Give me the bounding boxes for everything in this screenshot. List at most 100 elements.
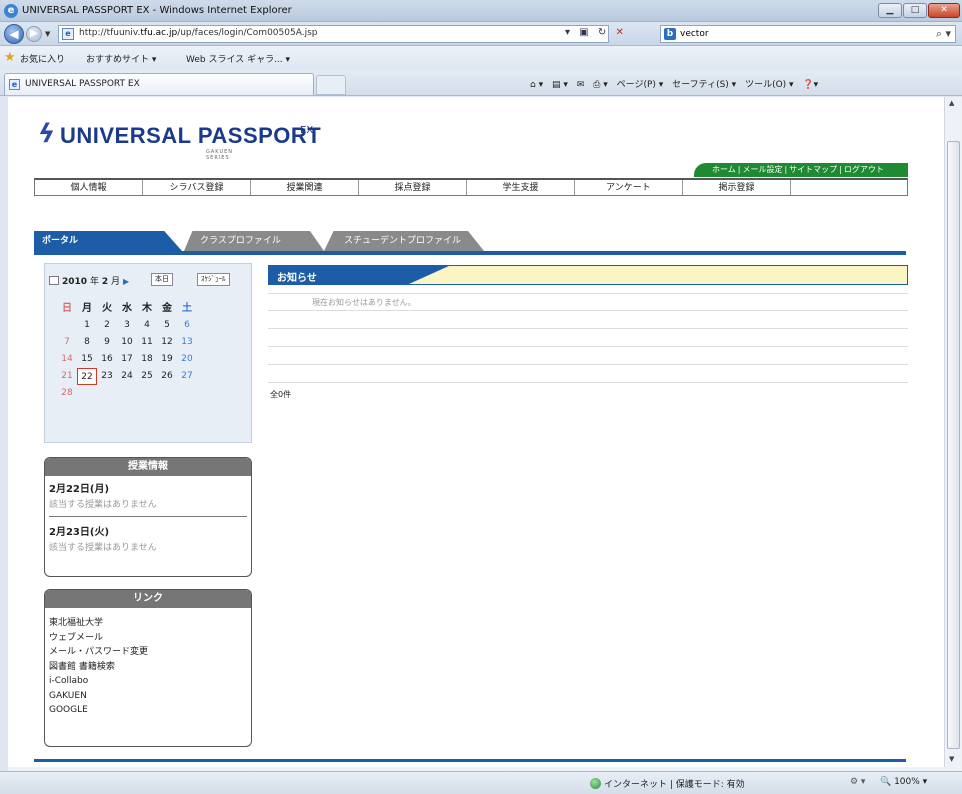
calendar-day[interactable]: 21 [57, 368, 77, 385]
link-password-change[interactable]: メール・パスワード変更 [49, 645, 247, 660]
link-webmail[interactable]: ウェブメール [49, 631, 247, 646]
help-icon[interactable]: ❓▾ [802, 80, 818, 90]
calendar-day [97, 385, 117, 402]
mail-icon[interactable]: ✉ [577, 80, 585, 90]
lesson-info-title: 授業情報 [45, 458, 251, 476]
web-slice-gallery-link[interactable]: Web スライス ギャラ... ▾ [186, 52, 290, 65]
feeds-icon[interactable]: ▤ ▾ [552, 80, 568, 90]
calendar-day[interactable]: 8 [77, 334, 97, 351]
calendar-day[interactable]: 11 [137, 334, 157, 351]
calendar-day[interactable]: 16 [97, 351, 117, 368]
calendar-day[interactable]: 4 [137, 317, 157, 334]
scroll-up-icon[interactable]: ▲ [949, 99, 954, 107]
calendar-week-row: 14 15 16 17 18 19 20 [57, 351, 197, 368]
calendar-day[interactable]: 14 [57, 351, 77, 368]
search-input[interactable] [680, 27, 920, 41]
tab-portal[interactable]: ポータル [34, 231, 182, 251]
scroll-down-icon[interactable]: ▼ [949, 755, 954, 763]
lesson-note: 該当する授業はありません [49, 500, 157, 510]
link-google[interactable]: GOOGLE [49, 703, 247, 718]
calendar-day[interactable]: 13 [177, 334, 197, 351]
link-tfu[interactable]: 東北福祉大学 [49, 616, 247, 631]
menu-item-syllabus[interactable]: シラバス登録 [143, 180, 251, 195]
favorites-button[interactable]: お気に入り [20, 52, 65, 65]
calendar-day[interactable]: 12 [157, 334, 177, 351]
address-url[interactable]: http://tfuuniv.tfu.ac.jp/up/faces/login/… [79, 28, 317, 38]
calendar-day[interactable]: 27 [177, 368, 197, 385]
page-icon: e [62, 28, 74, 40]
compatibility-view-icon[interactable]: ▣ [579, 27, 588, 38]
calendar-day[interactable]: 18 [137, 351, 157, 368]
tab-class-profile[interactable]: クラスプロファイル [184, 231, 324, 251]
calendar-day[interactable]: 20 [177, 351, 197, 368]
menu-item-personal-info[interactable]: 個人情報 [35, 180, 143, 195]
calendar-day[interactable]: 10 [117, 334, 137, 351]
tools-menu[interactable]: ツール(O) ▾ [745, 80, 794, 90]
maximize-button[interactable]: □ [903, 3, 927, 18]
calendar-day[interactable]: 28 [57, 385, 77, 402]
address-field[interactable]: e http://tfuuniv.tfu.ac.jp/up/faces/logi… [58, 25, 609, 43]
home-icon[interactable]: ⌂ ▾ [530, 80, 543, 90]
mail-settings-link[interactable]: メール設定 [742, 165, 782, 174]
tab-student-profile[interactable]: スチューデントプロファイル [324, 231, 484, 251]
calendar-day[interactable]: 9 [97, 334, 117, 351]
menu-item-bulletin[interactable]: 掲示登録 [683, 180, 791, 195]
next-month-icon[interactable]: ▶ [123, 277, 129, 286]
search-box[interactable]: b ⌕ ▾ [660, 25, 956, 43]
calendar-day[interactable]: 26 [157, 368, 177, 385]
links-box: リンク 東北福祉大学 ウェブメール メール・パスワード変更 図書館 書籍検索 i… [44, 589, 252, 747]
menu-item-grading[interactable]: 採点登録 [359, 180, 467, 195]
calendar-day[interactable]: 23 [97, 368, 117, 385]
news-title: お知らせ [277, 273, 317, 284]
page-menu[interactable]: ページ(P) ▾ [617, 80, 664, 90]
address-dropdown-icon[interactable]: ▾ [565, 27, 570, 38]
link-library-search[interactable]: 図書館 書籍検索 [49, 660, 247, 675]
schedule-button[interactable]: ｽｹｼﾞｭｰﾙ [197, 273, 230, 286]
calendar-day[interactable]: 17 [117, 351, 137, 368]
calendar-day[interactable]: 7 [57, 334, 77, 351]
forward-button[interactable]: ▶ [26, 26, 42, 42]
calendar-day-today[interactable]: 22 [77, 368, 97, 385]
calendar-day[interactable]: 25 [137, 368, 157, 385]
suggested-sites-link[interactable]: おすすめサイト ▾ [86, 52, 156, 65]
calendar-day[interactable]: 15 [77, 351, 97, 368]
new-tab-button[interactable] [316, 75, 346, 95]
search-icon[interactable]: ⌕ ▾ [936, 27, 951, 41]
safety-menu[interactable]: セーフティ(S) ▾ [672, 80, 736, 90]
back-button[interactable]: ◀ [4, 24, 24, 44]
calendar-day[interactable]: 2 [97, 317, 117, 334]
logout-link[interactable]: ログアウト [844, 165, 884, 174]
scrollbar-thumb[interactable] [947, 141, 960, 749]
link-gakuen[interactable]: GAKUEN [49, 689, 247, 704]
menu-item-classes[interactable]: 授業関連 [251, 180, 359, 195]
calendar-header: 2010 年 2 月 ▶ [49, 274, 132, 287]
close-window-button[interactable]: ✕ [928, 3, 960, 18]
today-button[interactable]: 本日 [151, 273, 173, 286]
vertical-scrollbar[interactable]: ▲ ▼ [944, 97, 962, 767]
calendar-day[interactable]: 24 [117, 368, 137, 385]
calendar-day[interactable]: 19 [157, 351, 177, 368]
print-icon[interactable]: ⎙ ▾ [593, 80, 608, 90]
security-zone[interactable]: インターネット | 保護モード: 有効 [590, 777, 745, 790]
stop-icon[interactable]: ✕ [615, 27, 623, 38]
calendar-weekday-row: 日月火水木金土 [57, 300, 197, 317]
refresh-icon[interactable]: ↻ [598, 27, 606, 38]
menu-item-survey[interactable]: アンケート [575, 180, 683, 195]
browser-tab[interactable]: e UNIVERSAL PASSPORT EX [4, 73, 314, 95]
calendar-day[interactable]: 6 [177, 317, 197, 334]
calendar-year-unit: 年 [89, 277, 99, 287]
news-total-count: 全0件 [270, 390, 292, 399]
calendar-day[interactable]: 3 [117, 317, 137, 334]
calendar-day[interactable]: 5 [157, 317, 177, 334]
status-tools-icon[interactable]: ⚙ ▾ [850, 777, 865, 787]
recent-pages-dropdown-icon[interactable]: ▼ [45, 30, 50, 38]
calendar-day[interactable]: 1 [77, 317, 97, 334]
home-link[interactable]: ホーム [712, 165, 736, 174]
zoom-level[interactable]: 🔍 100% ▾ [880, 777, 927, 787]
menu-item-student-support[interactable]: 学生支援 [467, 180, 575, 195]
favorites-star-icon[interactable]: ★ [4, 50, 16, 65]
search-provider-icon[interactable]: b [664, 28, 676, 40]
sitemap-link[interactable]: サイトマップ [789, 165, 837, 174]
link-icollabo[interactable]: i-Collabo [49, 674, 247, 689]
minimize-button[interactable]: ▁ [878, 3, 902, 18]
